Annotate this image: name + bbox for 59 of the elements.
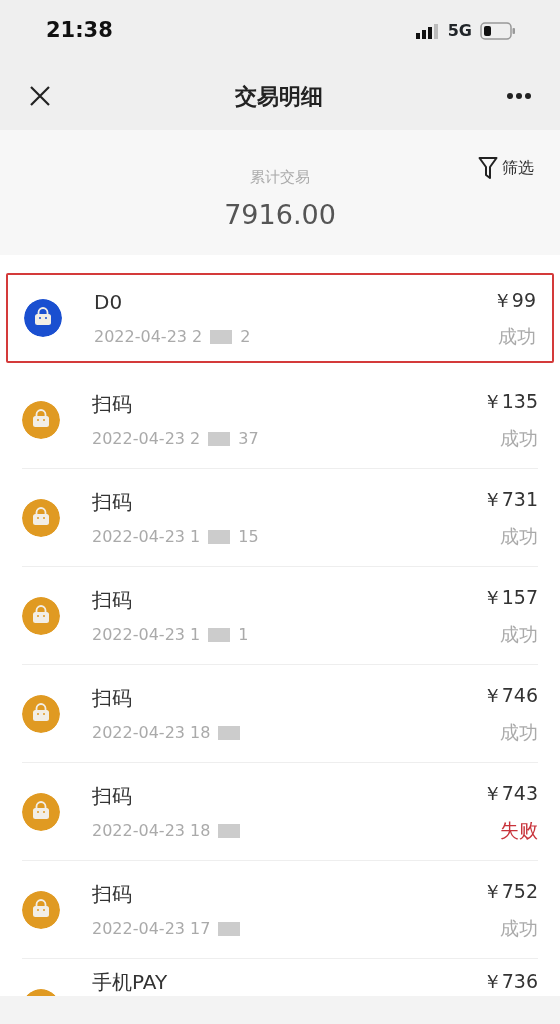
- transaction-row[interactable]: D0 2022-04-23 2 2 ￥99 成功: [6, 273, 554, 363]
- transaction-name: 扫码: [92, 880, 133, 908]
- status-label: 成功: [500, 915, 538, 941]
- redaction-mark: [218, 725, 241, 740]
- transaction-time: 2022-04-23 18: [92, 819, 211, 842]
- transaction-name: 扫码: [92, 684, 133, 712]
- transaction-time: 2022-04-23 2: [94, 326, 203, 348]
- battery-icon: [480, 22, 516, 40]
- transaction-amount: ￥731: [482, 487, 538, 512]
- redaction-mark: [208, 627, 231, 642]
- transaction-amount: ￥99: [492, 287, 536, 313]
- transaction-time: 2022-04-23 1: [92, 525, 201, 548]
- transaction-amount: ￥743: [482, 781, 538, 806]
- filter-icon: [478, 156, 498, 180]
- transaction-amount: ￥157: [482, 585, 538, 610]
- redaction-mark: [218, 823, 241, 838]
- transaction-row[interactable]: 扫码 2022-04-23 2 37 ￥135 成功: [22, 371, 538, 469]
- transaction-amount: ￥736: [482, 969, 538, 994]
- transaction-row[interactable]: 扫码 2022-04-23 17 ￥752 成功: [22, 861, 538, 959]
- transaction-time: 2022-04-23 17: [92, 917, 211, 940]
- status-label: 失败: [500, 817, 538, 843]
- transaction-name: 扫码: [92, 390, 133, 418]
- page-title: 交易明细: [235, 82, 323, 111]
- more-icon[interactable]: [506, 92, 532, 100]
- transaction-time: 37: [238, 427, 259, 450]
- transaction-name: 扫码: [92, 586, 133, 614]
- transaction-time: 2: [240, 326, 251, 348]
- redaction-mark: [208, 529, 231, 544]
- status-label: 成功: [500, 425, 538, 451]
- transaction-name: 扫码: [92, 488, 133, 516]
- status-label: 成功: [500, 719, 538, 745]
- transaction-name: D0: [94, 289, 124, 316]
- transaction-amount: ￥752: [482, 879, 538, 904]
- transaction-time: 2022-04-23 2: [92, 427, 201, 450]
- signal-icon: [415, 23, 440, 39]
- summary-label: 累计交易: [250, 167, 310, 188]
- transaction-amount: ￥746: [482, 683, 538, 708]
- filter-button[interactable]: 筛选: [478, 156, 534, 180]
- transaction-amount: ￥135: [482, 389, 538, 414]
- transaction-name: 扫码: [92, 782, 133, 810]
- status-label: 成功: [498, 324, 536, 349]
- redaction-mark: [208, 431, 231, 446]
- transaction-row[interactable]: 扫码 2022-04-23 18 ￥743 失败: [22, 763, 538, 861]
- transaction-row[interactable]: 扫码 2022-04-23 18 ￥746 成功: [22, 665, 538, 763]
- status-label: 成功: [500, 523, 538, 549]
- transaction-time: 2022-04-23 1: [92, 623, 201, 646]
- transaction-row[interactable]: 扫码 2022-04-23 1 15 ￥731 成功: [22, 469, 538, 567]
- transaction-time: 2022-04-23 18: [92, 721, 211, 744]
- total-amount: 7916.00: [224, 197, 336, 232]
- close-icon[interactable]: [28, 84, 52, 108]
- clock-time: 21:38: [46, 17, 113, 45]
- redaction-mark: [210, 330, 233, 344]
- redaction-mark: [218, 921, 241, 936]
- status-label: 成功: [500, 621, 538, 647]
- transaction-time: 1: [238, 623, 249, 646]
- network-label: 5G: [447, 20, 472, 42]
- transaction-name: 手机PAY: [92, 969, 169, 996]
- transaction-time: 15: [238, 525, 259, 548]
- transaction-row[interactable]: 扫码 2022-04-23 1 1 ￥157 成功: [22, 567, 538, 665]
